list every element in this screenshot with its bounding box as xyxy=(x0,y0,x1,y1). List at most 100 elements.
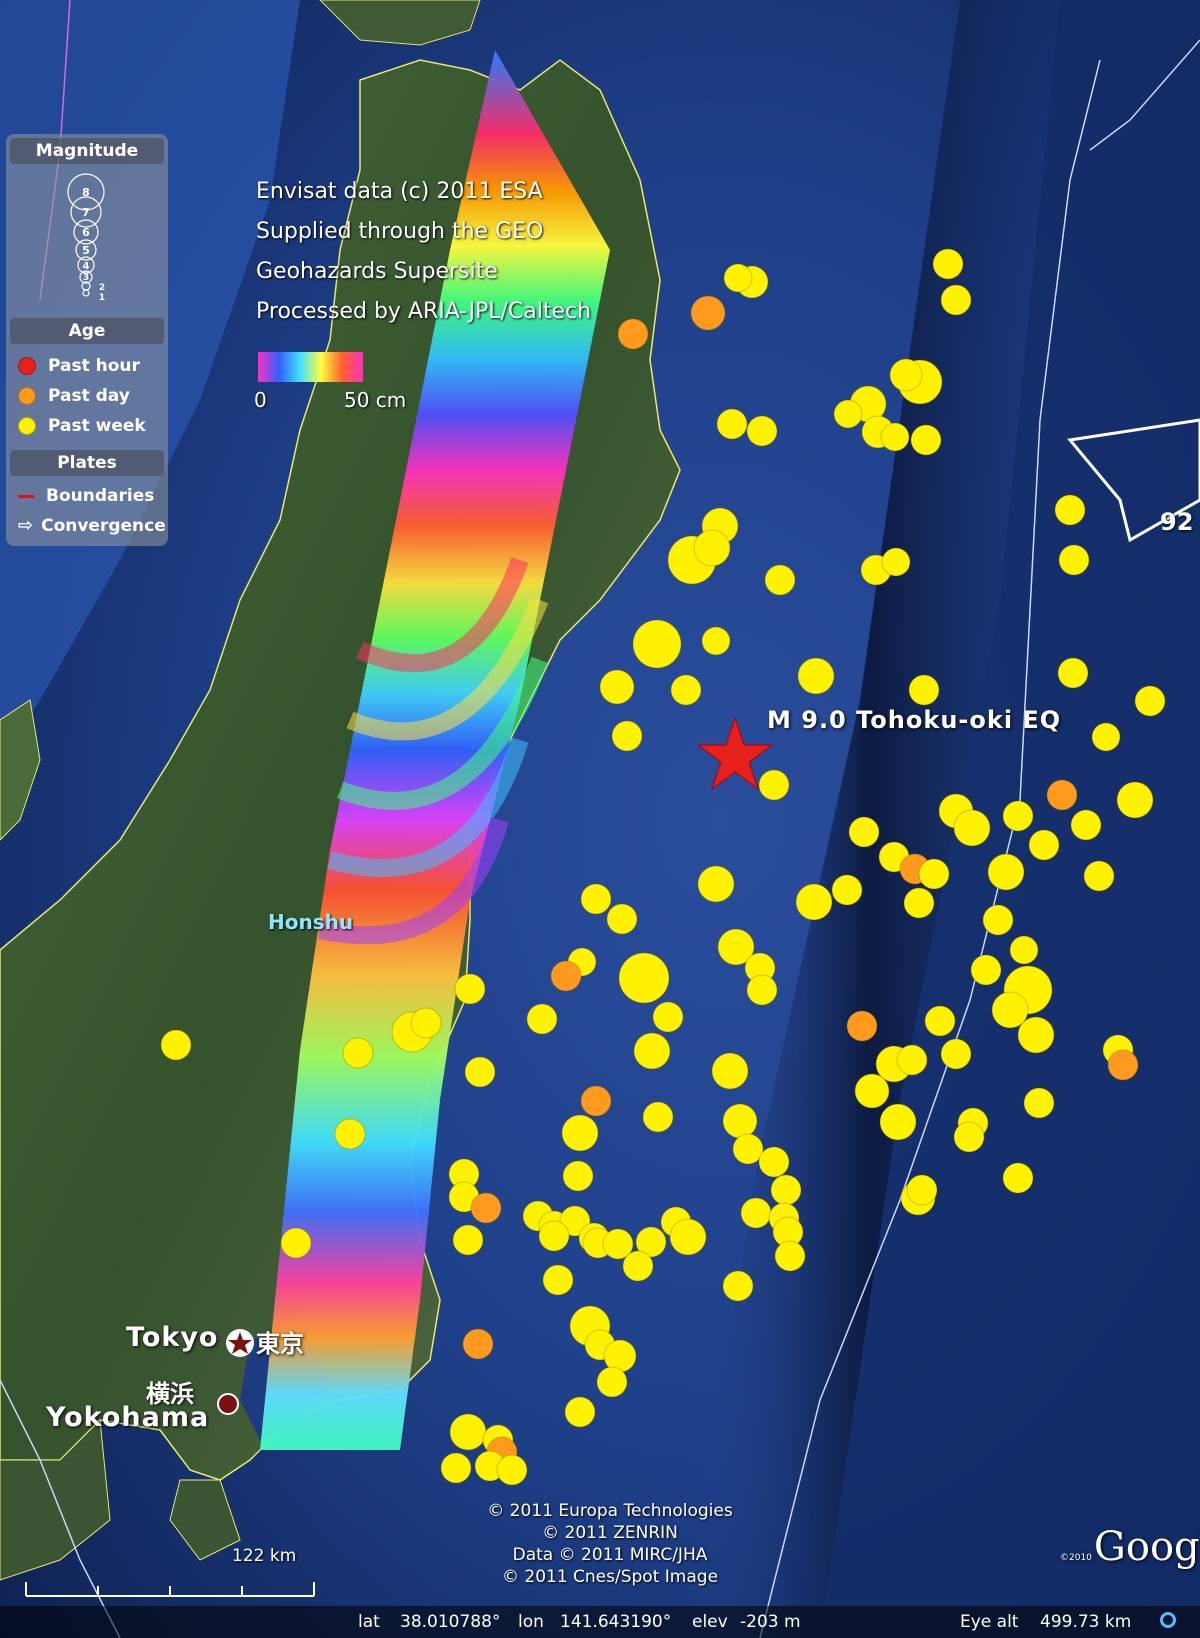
earthquake-marker[interactable] xyxy=(1083,860,1115,892)
earthquake-marker[interactable] xyxy=(542,1264,574,1296)
earthquake-marker[interactable] xyxy=(611,720,643,752)
earthquake-marker[interactable] xyxy=(846,1010,878,1042)
earthquake-marker[interactable] xyxy=(580,883,612,915)
earthquake-marker[interactable] xyxy=(1107,1049,1139,1081)
earthquake-marker[interactable] xyxy=(970,954,1002,986)
earthquake-marker[interactable] xyxy=(940,1038,972,1070)
earthquake-marker[interactable] xyxy=(906,1174,938,1206)
earthquake-marker[interactable] xyxy=(449,1413,487,1451)
earthquake-marker[interactable] xyxy=(854,1073,890,1109)
earthquake-marker[interactable] xyxy=(496,1454,528,1486)
earthquake-marker[interactable] xyxy=(617,318,649,350)
earthquake-marker[interactable] xyxy=(580,1085,612,1117)
earthquake-marker[interactable] xyxy=(940,284,972,316)
earthquake-marker[interactable] xyxy=(908,674,940,706)
earthquake-marker[interactable] xyxy=(1017,1016,1055,1054)
earthquake-marker[interactable] xyxy=(795,883,833,921)
earthquake-marker[interactable] xyxy=(160,1029,192,1061)
earthquake-marker[interactable] xyxy=(334,1118,366,1150)
legend-age-label: Past hour xyxy=(48,356,140,376)
earthquake-marker[interactable] xyxy=(596,1366,628,1398)
earthquake-marker[interactable] xyxy=(342,1037,374,1069)
earthquake-marker[interactable] xyxy=(910,424,942,456)
mag-label: 2 xyxy=(99,283,105,293)
earthquake-marker[interactable] xyxy=(1091,722,1121,752)
earthquake-marker[interactable] xyxy=(561,1114,599,1152)
earthquake-marker[interactable] xyxy=(670,674,702,706)
earthquake-marker[interactable] xyxy=(1134,685,1166,717)
earthquake-marker[interactable] xyxy=(774,1240,806,1272)
earthquake-marker[interactable] xyxy=(880,422,910,452)
earthquake-marker[interactable] xyxy=(599,669,635,705)
earthquake-marker[interactable] xyxy=(879,1103,917,1141)
earthquake-marker[interactable] xyxy=(564,1396,596,1428)
earthquake-marker[interactable] xyxy=(1046,779,1078,811)
google-logo: ©2010Google xyxy=(1060,1524,1200,1570)
earthquake-marker[interactable] xyxy=(722,1270,754,1302)
earthquake-marker[interactable] xyxy=(982,904,1014,936)
earthquake-marker[interactable] xyxy=(764,564,796,596)
earthquake-marker[interactable] xyxy=(732,1133,764,1165)
earthquake-marker[interactable] xyxy=(918,858,950,890)
earthquake-marker[interactable] xyxy=(538,1220,570,1252)
earthquake-marker[interactable] xyxy=(953,1121,985,1153)
earthquake-marker[interactable] xyxy=(924,1005,956,1037)
earthquake-marker[interactable] xyxy=(1002,1162,1034,1194)
earthquake-marker[interactable] xyxy=(454,973,486,1005)
earthquake-marker[interactable] xyxy=(1058,544,1090,576)
earthquake-marker[interactable] xyxy=(833,399,863,429)
earthquake-marker[interactable] xyxy=(716,408,748,440)
earthquake-marker[interactable] xyxy=(550,960,582,992)
earthquake-marker[interactable] xyxy=(746,974,778,1006)
earthquake-marker[interactable] xyxy=(1009,935,1039,965)
earthquake-marker[interactable] xyxy=(896,1044,928,1076)
legend-plates-label: Convergence xyxy=(41,516,166,536)
earthquake-marker[interactable] xyxy=(410,1007,442,1039)
earthquake-marker[interactable] xyxy=(889,358,923,392)
earthquake-marker[interactable] xyxy=(470,1192,502,1224)
earthquake-marker[interactable] xyxy=(1023,1087,1055,1119)
earthquake-marker[interactable] xyxy=(932,248,964,280)
earthquake-marker[interactable] xyxy=(903,887,935,919)
earthquake-marker[interactable] xyxy=(1070,809,1102,841)
earthquake-marker[interactable] xyxy=(642,1101,674,1133)
earthquake-marker[interactable] xyxy=(770,1174,802,1206)
earthquake-marker[interactable] xyxy=(711,1052,749,1090)
earthquake-marker[interactable] xyxy=(758,769,790,801)
earthquake-marker[interactable] xyxy=(606,903,638,935)
earthquake-marker[interactable] xyxy=(746,415,778,447)
earthquake-marker[interactable] xyxy=(987,853,1025,891)
earthquake-marker[interactable] xyxy=(722,1103,758,1139)
earthquake-marker[interactable] xyxy=(452,1224,484,1256)
earthquake-marker[interactable] xyxy=(701,626,731,656)
earthquake-marker[interactable] xyxy=(632,619,682,669)
earthquake-marker[interactable] xyxy=(690,295,726,331)
earthquake-marker[interactable] xyxy=(1116,781,1154,819)
earthquake-marker[interactable] xyxy=(462,1328,494,1360)
earthquake-marker[interactable] xyxy=(622,1250,654,1282)
earthquake-marker[interactable] xyxy=(669,1218,707,1256)
earthquake-marker[interactable] xyxy=(562,1160,594,1192)
earthquake-marker[interactable] xyxy=(1002,800,1034,832)
earthquake-marker[interactable] xyxy=(464,1056,496,1088)
earthquake-marker[interactable] xyxy=(697,865,735,903)
map-view[interactable]: Magnitude 8 7 6 5 4 3 2 1 Age Past hour … xyxy=(0,0,1200,1638)
earthquake-marker[interactable] xyxy=(1054,494,1086,526)
earthquake-marker[interactable] xyxy=(831,874,863,906)
earthquake-marker[interactable] xyxy=(652,1001,684,1033)
earthquake-marker[interactable] xyxy=(440,1452,472,1484)
earthquake-marker[interactable] xyxy=(1028,829,1060,861)
earthquake-marker[interactable] xyxy=(693,529,731,567)
earthquake-marker[interactable] xyxy=(618,952,670,1004)
earthquake-marker[interactable] xyxy=(881,547,911,577)
earthquake-marker[interactable] xyxy=(280,1227,312,1259)
earthquake-marker[interactable] xyxy=(797,657,835,695)
earthquake-marker[interactable] xyxy=(848,816,880,848)
earthquake-marker[interactable] xyxy=(758,1146,790,1178)
earthquake-marker[interactable] xyxy=(526,1003,558,1035)
earthquake-marker[interactable] xyxy=(1057,657,1089,689)
earthquake-marker[interactable] xyxy=(740,1197,772,1229)
earthquake-marker[interactable] xyxy=(953,809,991,847)
earthquake-marker[interactable] xyxy=(633,1032,671,1070)
earthquake-marker[interactable] xyxy=(723,263,753,293)
